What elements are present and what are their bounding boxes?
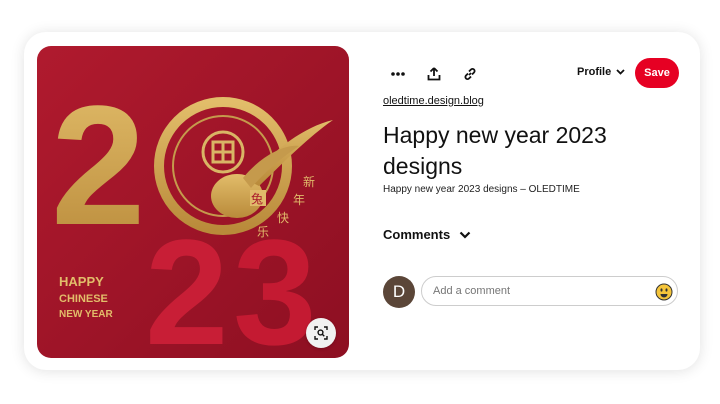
- profile-label: Profile: [577, 66, 612, 78]
- glyph-kuai: 快: [277, 211, 289, 225]
- visual-search-button[interactable]: [306, 318, 336, 348]
- glyph-xin: 新: [303, 174, 315, 189]
- caption-happy: HAPPY: [59, 274, 104, 289]
- comment-box[interactable]: [421, 276, 678, 306]
- copy-link-button[interactable]: [457, 61, 483, 87]
- pin-description: Happy new year 2023 designs – OLEDTIME: [383, 184, 580, 195]
- comments-toggle[interactable]: Comments: [383, 227, 471, 242]
- caption-new-year: NEW YEAR: [59, 309, 113, 320]
- pin-image[interactable]: 2 2 3 兔 新 年 快 乐 HAPPY CHINESE NEW YEAR: [37, 46, 349, 358]
- glyph-rabbit: 兔: [251, 191, 263, 206]
- digit-2-second: 2: [145, 208, 228, 358]
- profile-dropdown[interactable]: Profile: [577, 66, 625, 78]
- avatar[interactable]: D: [383, 276, 415, 308]
- comment-input[interactable]: [433, 283, 643, 299]
- caption-chinese: CHINESE: [59, 293, 108, 305]
- glyph-le: 乐: [257, 225, 269, 239]
- share-icon: [427, 67, 441, 81]
- more-icon: [391, 72, 405, 76]
- more-options-button[interactable]: [385, 61, 411, 87]
- share-button[interactable]: [421, 61, 447, 87]
- save-button[interactable]: Save: [635, 58, 679, 88]
- chevron-down-icon: [459, 231, 471, 239]
- pin-title: Happy new year 2023 designs: [383, 122, 607, 179]
- source-link[interactable]: oledtime.design.blog: [383, 95, 484, 107]
- link-icon: [464, 68, 476, 80]
- visual-search-icon: [314, 326, 328, 340]
- pin-actions: [385, 61, 489, 87]
- emoji-icon[interactable]: [655, 283, 673, 301]
- glyph-nian: 年: [293, 193, 305, 207]
- digit-3: 3: [233, 208, 316, 358]
- chevron-down-icon: [616, 69, 625, 75]
- digit-2-first: 2: [51, 71, 146, 261]
- comments-label: Comments: [383, 227, 451, 242]
